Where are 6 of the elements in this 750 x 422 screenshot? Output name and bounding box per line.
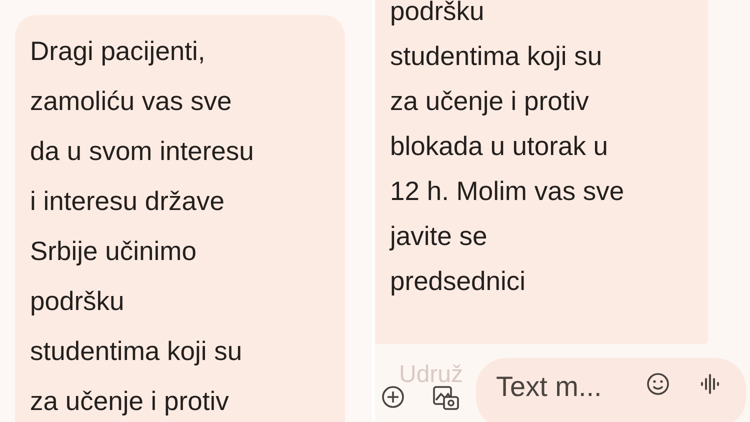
message-bubble: podršku studentima koji su za učenje i protiv blokada u utorak u 12 h. Molim vas sve javite se predsednici: [375, 0, 708, 344]
voice-icon[interactable]: [700, 373, 720, 395]
add-icon[interactable]: [381, 385, 405, 409]
emoji-icon[interactable]: [646, 372, 670, 396]
message-input-field[interactable]: Text m...: [476, 358, 746, 422]
message-bubble: Dragi pacijenti, zamoliću vas sve da u svom interesu i interesu države Srbije učinimo podršku studentima koji su za učenje i protiv: [15, 15, 345, 422]
